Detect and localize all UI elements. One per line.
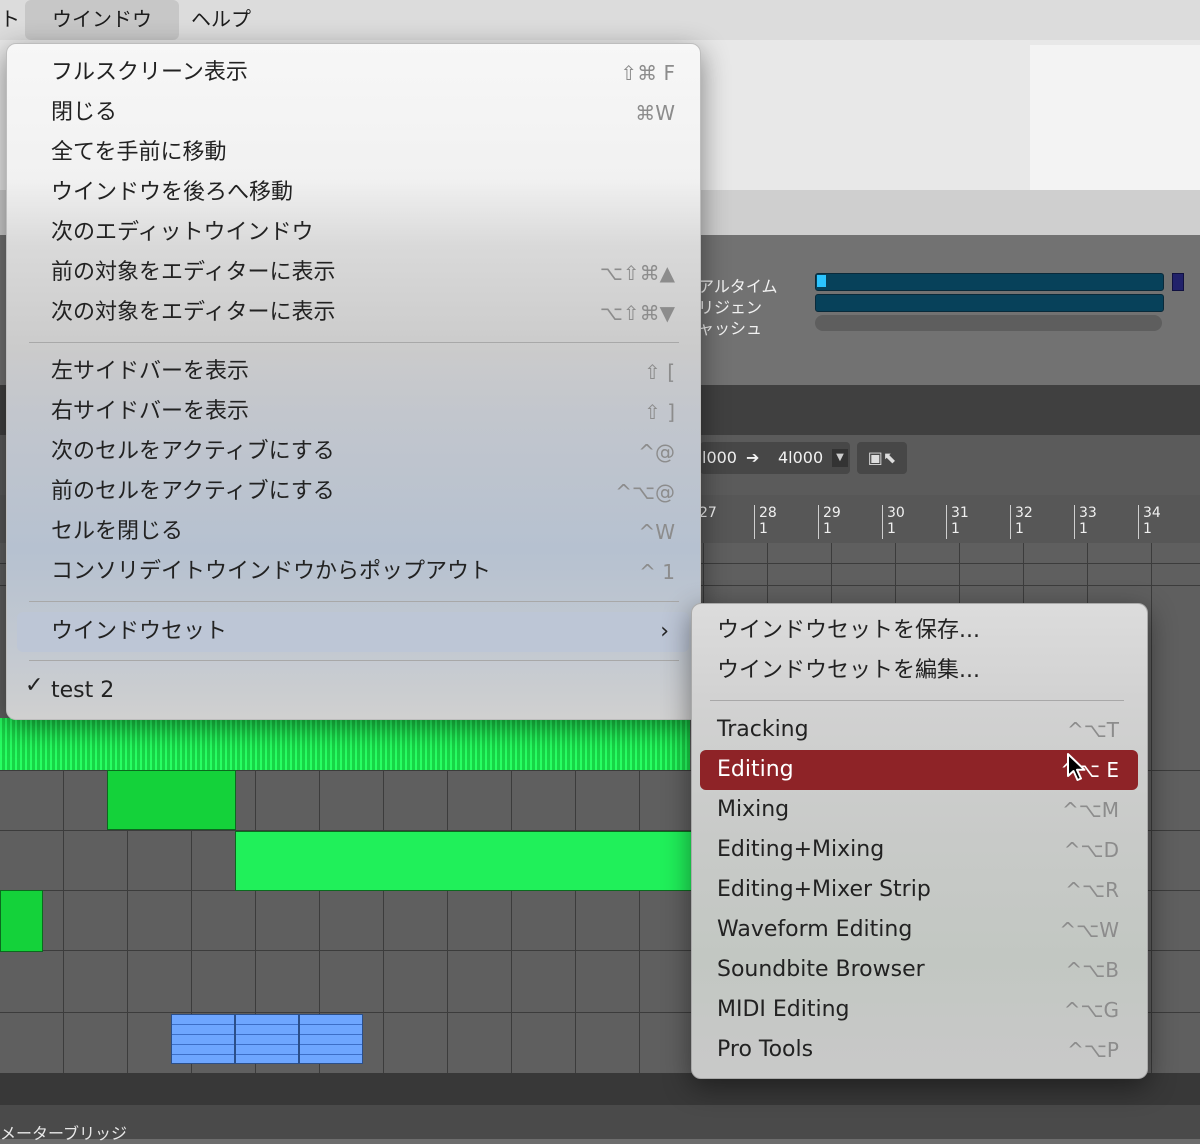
checkmark-icon: ✓ [25, 673, 44, 698]
shortcut-label: ⇧ [ [644, 360, 675, 384]
shortcut-label: ^⌥D [1063, 838, 1119, 862]
chevron-right-icon: › [660, 619, 669, 644]
midi-clip[interactable] [299, 1014, 363, 1064]
menu-item-window-sets[interactable]: ウインドウセット › [51, 614, 691, 650]
menu-item-show-left-sidebar[interactable]: 左サイドバーを表示 ⇧ [ [51, 354, 691, 390]
submenu-item-pro-tools[interactable]: Pro Tools ^⌥P [717, 1032, 1137, 1068]
menu-item-pop-out-consolidated-window[interactable]: コンソリデイトウインドウからポップアウト ^ 1 [51, 554, 691, 590]
submenu-item-midi-editing[interactable]: MIDI Editing ^⌥G [717, 992, 1137, 1028]
audio-clip[interactable] [235, 831, 692, 891]
shortcut-label: ^⌥W [1059, 918, 1119, 942]
menu-item-activate-next-cell[interactable]: 次のセルをアクティブにする ^@ [51, 434, 691, 470]
shortcut-label: ^⌥T [1066, 718, 1119, 742]
shortcut-label: ^⌥G [1063, 998, 1119, 1022]
shortcut-label: ^ 1 [639, 560, 675, 584]
submenu-item-editing-mixer-strip[interactable]: Editing+Mixer Strip ^⌥R [717, 872, 1137, 908]
meter-bridge-label: メーターブリッジ [0, 1124, 128, 1143]
ruler-bar: 33 1 [1074, 505, 1097, 539]
grid-icon[interactable]: ▣ [868, 448, 883, 467]
menu-separator [29, 342, 679, 343]
menu-bar-item-help[interactable]: ヘルプ [191, 0, 271, 40]
audio-clip-waveform[interactable] [0, 718, 690, 770]
shortcut-label: ⇧ ] [644, 400, 675, 424]
menu-separator [29, 660, 679, 661]
window-sets-submenu: ウインドウセットを保存... ウインドウセットを編集... Tracking ^⌥… [691, 603, 1148, 1079]
menu-item-show-next-in-editor[interactable]: 次の対象をエディターに表示 ⌥⇧⌘▼ [51, 295, 691, 331]
midi-clip[interactable] [235, 1014, 299, 1064]
shortcut-label: ⌘W [635, 101, 675, 125]
menu-item-close[interactable]: 閉じる ⌘W [51, 95, 691, 131]
shortcut-label: ⇧⌘ F [620, 61, 675, 85]
shortcut-label: ^⌥@ [615, 480, 675, 504]
ruler-bar: 34 1 [1138, 505, 1161, 539]
ruler-bar: 32 1 [1010, 505, 1033, 539]
cache-meter [815, 315, 1162, 331]
meter-indicator [1172, 273, 1184, 291]
pointer-tool-icon[interactable]: ⬉ [883, 448, 896, 467]
selection-start: l000 [702, 448, 737, 467]
mouse-cursor-icon [1067, 753, 1086, 781]
realtime-meter [815, 273, 1164, 291]
submenu-item-soundbite-browser[interactable]: Soundbite Browser ^⌥B [717, 952, 1137, 988]
shortcut-label: ^W [638, 520, 675, 544]
menu-item-activate-previous-cell[interactable]: 前のセルをアクティブにする ^⌥@ [51, 474, 691, 510]
menu-item-show-right-sidebar[interactable]: 右サイドバーを表示 ⇧ ] [51, 394, 691, 430]
shortcut-label: ⌥⇧⌘▲ [599, 261, 675, 285]
submenu-item-editing-mixing[interactable]: Editing+Mixing ^⌥D [717, 832, 1137, 868]
ruler-bar: 31 1 [946, 505, 969, 539]
background-window-panel [1030, 45, 1200, 190]
menu-separator [29, 601, 679, 602]
menu-item-next-edit-window[interactable]: 次のエディットウインドウ [51, 215, 691, 251]
ruler-bar: 29 1 [818, 505, 841, 539]
shortcut-label: ^⌥R [1065, 878, 1119, 902]
dropdown-icon[interactable]: ▼ [832, 449, 848, 467]
shortcut-label: ⌥⇧⌘▼ [599, 301, 675, 325]
realtime-meter-fill [817, 275, 826, 287]
regen-meter [815, 294, 1164, 312]
shortcut-label: ^⌥P [1067, 1038, 1119, 1062]
menu-item-test-2[interactable]: test 2 [51, 673, 691, 709]
menu-item-show-previous-in-editor[interactable]: 前の対象をエディターに表示 ⌥⇧⌘▲ [51, 255, 691, 291]
selection-counter[interactable]: l000 ➔ 4l000 ▼ [700, 442, 850, 474]
submenu-item-mixing[interactable]: Mixing ^⌥M [717, 792, 1137, 828]
menu-item-bring-all-to-front[interactable]: 全てを手前に移動 [51, 135, 691, 171]
arrow-right-icon: ➔ [746, 448, 760, 467]
submenu-item-tracking[interactable]: Tracking ^⌥T [717, 712, 1137, 748]
submenu-item-waveform-editing[interactable]: Waveform Editing ^⌥W [717, 912, 1137, 948]
tool-buttons[interactable]: ▣⬉ [857, 442, 907, 474]
midi-clip[interactable] [171, 1014, 235, 1064]
window-menu: フルスクリーン表示 ⇧⌘ F 閉じる ⌘W 全てを手前に移動 ウインドウを後ろへ移動… [6, 43, 701, 720]
menu-bar: ト ウインドウ ヘルプ [0, 0, 1200, 40]
menu-item-fullscreen[interactable]: フルスクリーン表示 ⇧⌘ F [51, 55, 691, 91]
ruler-bar: 28 1 [754, 505, 777, 539]
menu-item-send-window-back[interactable]: ウインドウを後ろへ移動 [51, 175, 691, 211]
ruler-bar: 30 1 [882, 505, 905, 539]
selection-end: 4l000 [778, 448, 824, 467]
audio-clip[interactable] [107, 770, 236, 830]
menu-bar-item-edit[interactable]: ト [0, 0, 24, 40]
submenu-item-save-window-set[interactable]: ウインドウセットを保存... [717, 613, 1137, 649]
submenu-item-edit-window-set[interactable]: ウインドウセットを編集... [717, 653, 1137, 689]
shortcut-label: ^⌥M [1061, 798, 1119, 822]
menu-bar-item-window[interactable]: ウインドウ [25, 0, 179, 40]
menu-item-close-cell[interactable]: セルを閉じる ^W [51, 514, 691, 550]
shortcut-label: ^⌥B [1065, 958, 1119, 982]
audio-clip[interactable] [0, 890, 43, 952]
meter-label-cache: ャッシュ [698, 319, 763, 338]
bottom-bar [0, 1105, 1200, 1139]
submenu-separator [710, 700, 1124, 701]
shortcut-label: ^@ [638, 440, 675, 464]
